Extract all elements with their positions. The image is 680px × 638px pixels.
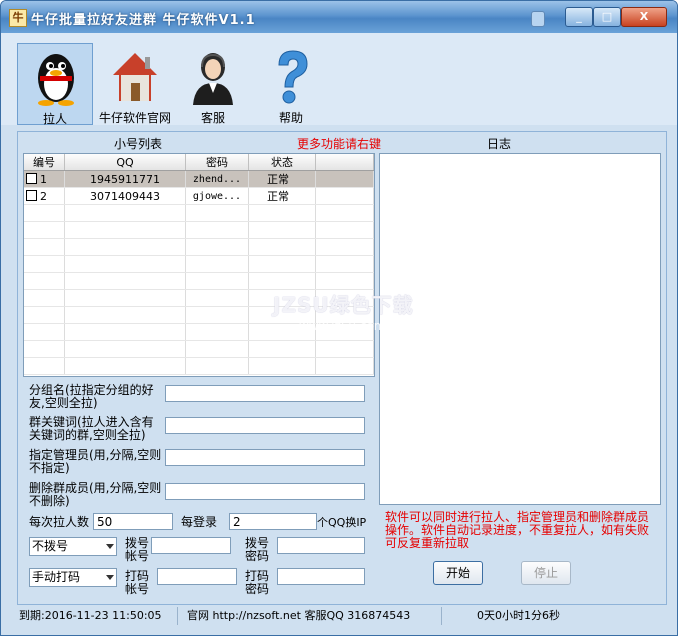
column-header-status[interactable]: 状态 [248,154,316,171]
per-pull-label: 每次拉人数 [29,515,90,529]
accounts-table[interactable]: 编号 QQ 密码 状态 1 1945911771 zhend... 正常 2 3… [23,153,375,377]
chevron-down-icon [106,575,114,580]
captcha-password-input[interactable] [277,568,365,585]
captcha-mode-select[interactable]: 手动打码 [29,568,117,587]
window-title: 牛仔批量拉好友进群 牛仔软件V1.1 [31,13,256,28]
toolbar-help-label: 帮助 [278,111,303,125]
chevron-down-icon [106,544,114,549]
toolbar-website-button[interactable]: 牛仔软件官网 [97,43,173,125]
empty-row [24,357,374,375]
dial-account-label: 拨号帐号 [125,536,150,563]
toolbar-pull-label: 拉人 [42,112,67,126]
row-id-cell: 2 [24,187,65,205]
status-divider [177,607,178,625]
dial-mode-select[interactable]: 不拨号 [29,537,117,556]
row-id: 1 [40,172,47,186]
status-site: 官网 http://nzsoft.net 客服QQ 316874543 [187,609,411,622]
group-keyword-label: 群关键词(拉人进入含有关键词的群,空则全拉) [29,415,154,442]
empty-row [24,255,374,273]
row-id-cell: 1 [24,170,65,188]
row-qq: 1945911771 [64,170,186,188]
dial-password-label: 拨号密码 [245,536,270,563]
column-header-empty [315,154,374,171]
column-header-qq[interactable]: QQ [64,154,186,171]
log-header: 日志 [486,137,511,151]
per-login-label: 每登录 [181,515,218,529]
group-name-input[interactable] [165,385,365,402]
watermark-url: www.jz5u.com [299,319,386,333]
row-empty [315,170,374,188]
qq-penguin-icon [38,54,74,106]
toolbar-support-label: 客服 [200,111,225,125]
column-header-id[interactable]: 编号 [24,154,65,171]
status-divider [441,607,442,625]
column-header-password[interactable]: 密码 [185,154,249,171]
remove-member-input[interactable] [165,483,365,500]
row-checkbox[interactable] [26,172,37,184]
toolbar-support-button[interactable]: 客服 [175,43,251,125]
house-icon [113,53,157,101]
row-qq: 3071409443 [64,187,186,205]
main-window: 牛 牛仔批量拉好友进群 牛仔软件V1.1 _ □ X 拉人 牛仔软件官网 客服 … [0,0,678,636]
remove-member-label: 删除群成员(用,分隔,空则不删除) [29,481,162,508]
title-bar[interactable]: 牛 牛仔批量拉好友进群 牛仔软件V1.1 _ □ X [1,1,677,33]
minimize-button[interactable]: _ [565,7,593,27]
captcha-password-label: 打码密码 [245,569,270,596]
app-icon: 牛 [9,9,27,27]
row-checkbox[interactable] [26,189,37,201]
table-header-row: 编号 QQ 密码 状态 [24,154,374,171]
captcha-mode-value: 手动打码 [32,570,81,584]
per-login-input[interactable]: 2 [229,513,317,530]
status-expire: 到期:2016-11-23 11:50:05 [19,609,162,622]
status-elapsed: 0天0小时1分6秒 [477,609,560,622]
accounts-header: 小号列表 [113,137,162,151]
group-keyword-input[interactable] [165,417,365,434]
support-agent-icon [193,53,233,105]
row-status: 正常 [248,187,316,205]
table-row[interactable]: 1 1945911771 zhend... 正常 [24,170,374,188]
status-bar: 到期:2016-11-23 11:50:05 官网 http://nzsoft.… [17,605,667,627]
empty-row [24,238,374,256]
captcha-account-input[interactable] [157,568,237,585]
row-password: gjowe... [185,187,249,205]
toolbar-pull-button[interactable]: 拉人 [17,43,93,126]
empty-row [24,272,374,290]
dial-password-input[interactable] [277,537,365,554]
per-pull-input[interactable]: 50 [93,513,173,530]
table-row[interactable]: 2 3071409443 gjowe... 正常 [24,187,374,205]
admin-input[interactable] [165,449,365,466]
start-button[interactable]: 开始 [433,561,483,585]
row-status: 正常 [248,170,316,188]
row-password: zhend... [185,170,249,188]
empty-row [24,340,374,358]
watermark-text: JZSU绿色下载 [273,293,414,317]
info-text: 软件可以同时进行拉人、指定管理员和删除群成员操作。软件自动记录进度，不重复拉人，… [385,510,650,550]
toolbar-help-button[interactable]: 帮助 [253,43,329,125]
pin-icon[interactable] [531,11,545,27]
toolbar-website-label: 牛仔软件官网 [98,111,171,125]
captcha-account-label: 打码帐号 [125,569,150,596]
admin-label: 指定管理员(用,分隔,空则不指定) [29,448,162,475]
dial-account-input[interactable] [151,537,231,554]
group-name-label: 分组名(拉指定分组的好友,空则全拉) [29,383,154,410]
empty-row [24,204,374,222]
dial-mode-value: 不拨号 [32,539,69,553]
stop-button[interactable]: 停止 [521,561,571,585]
maximize-button[interactable]: □ [593,7,621,27]
row-id: 2 [40,189,47,203]
close-button[interactable]: X [621,7,667,27]
empty-row [24,221,374,239]
help-question-icon [278,50,308,104]
log-area[interactable] [379,153,661,505]
ip-switch-label: 个QQ换IP [317,516,367,529]
row-empty [315,187,374,205]
